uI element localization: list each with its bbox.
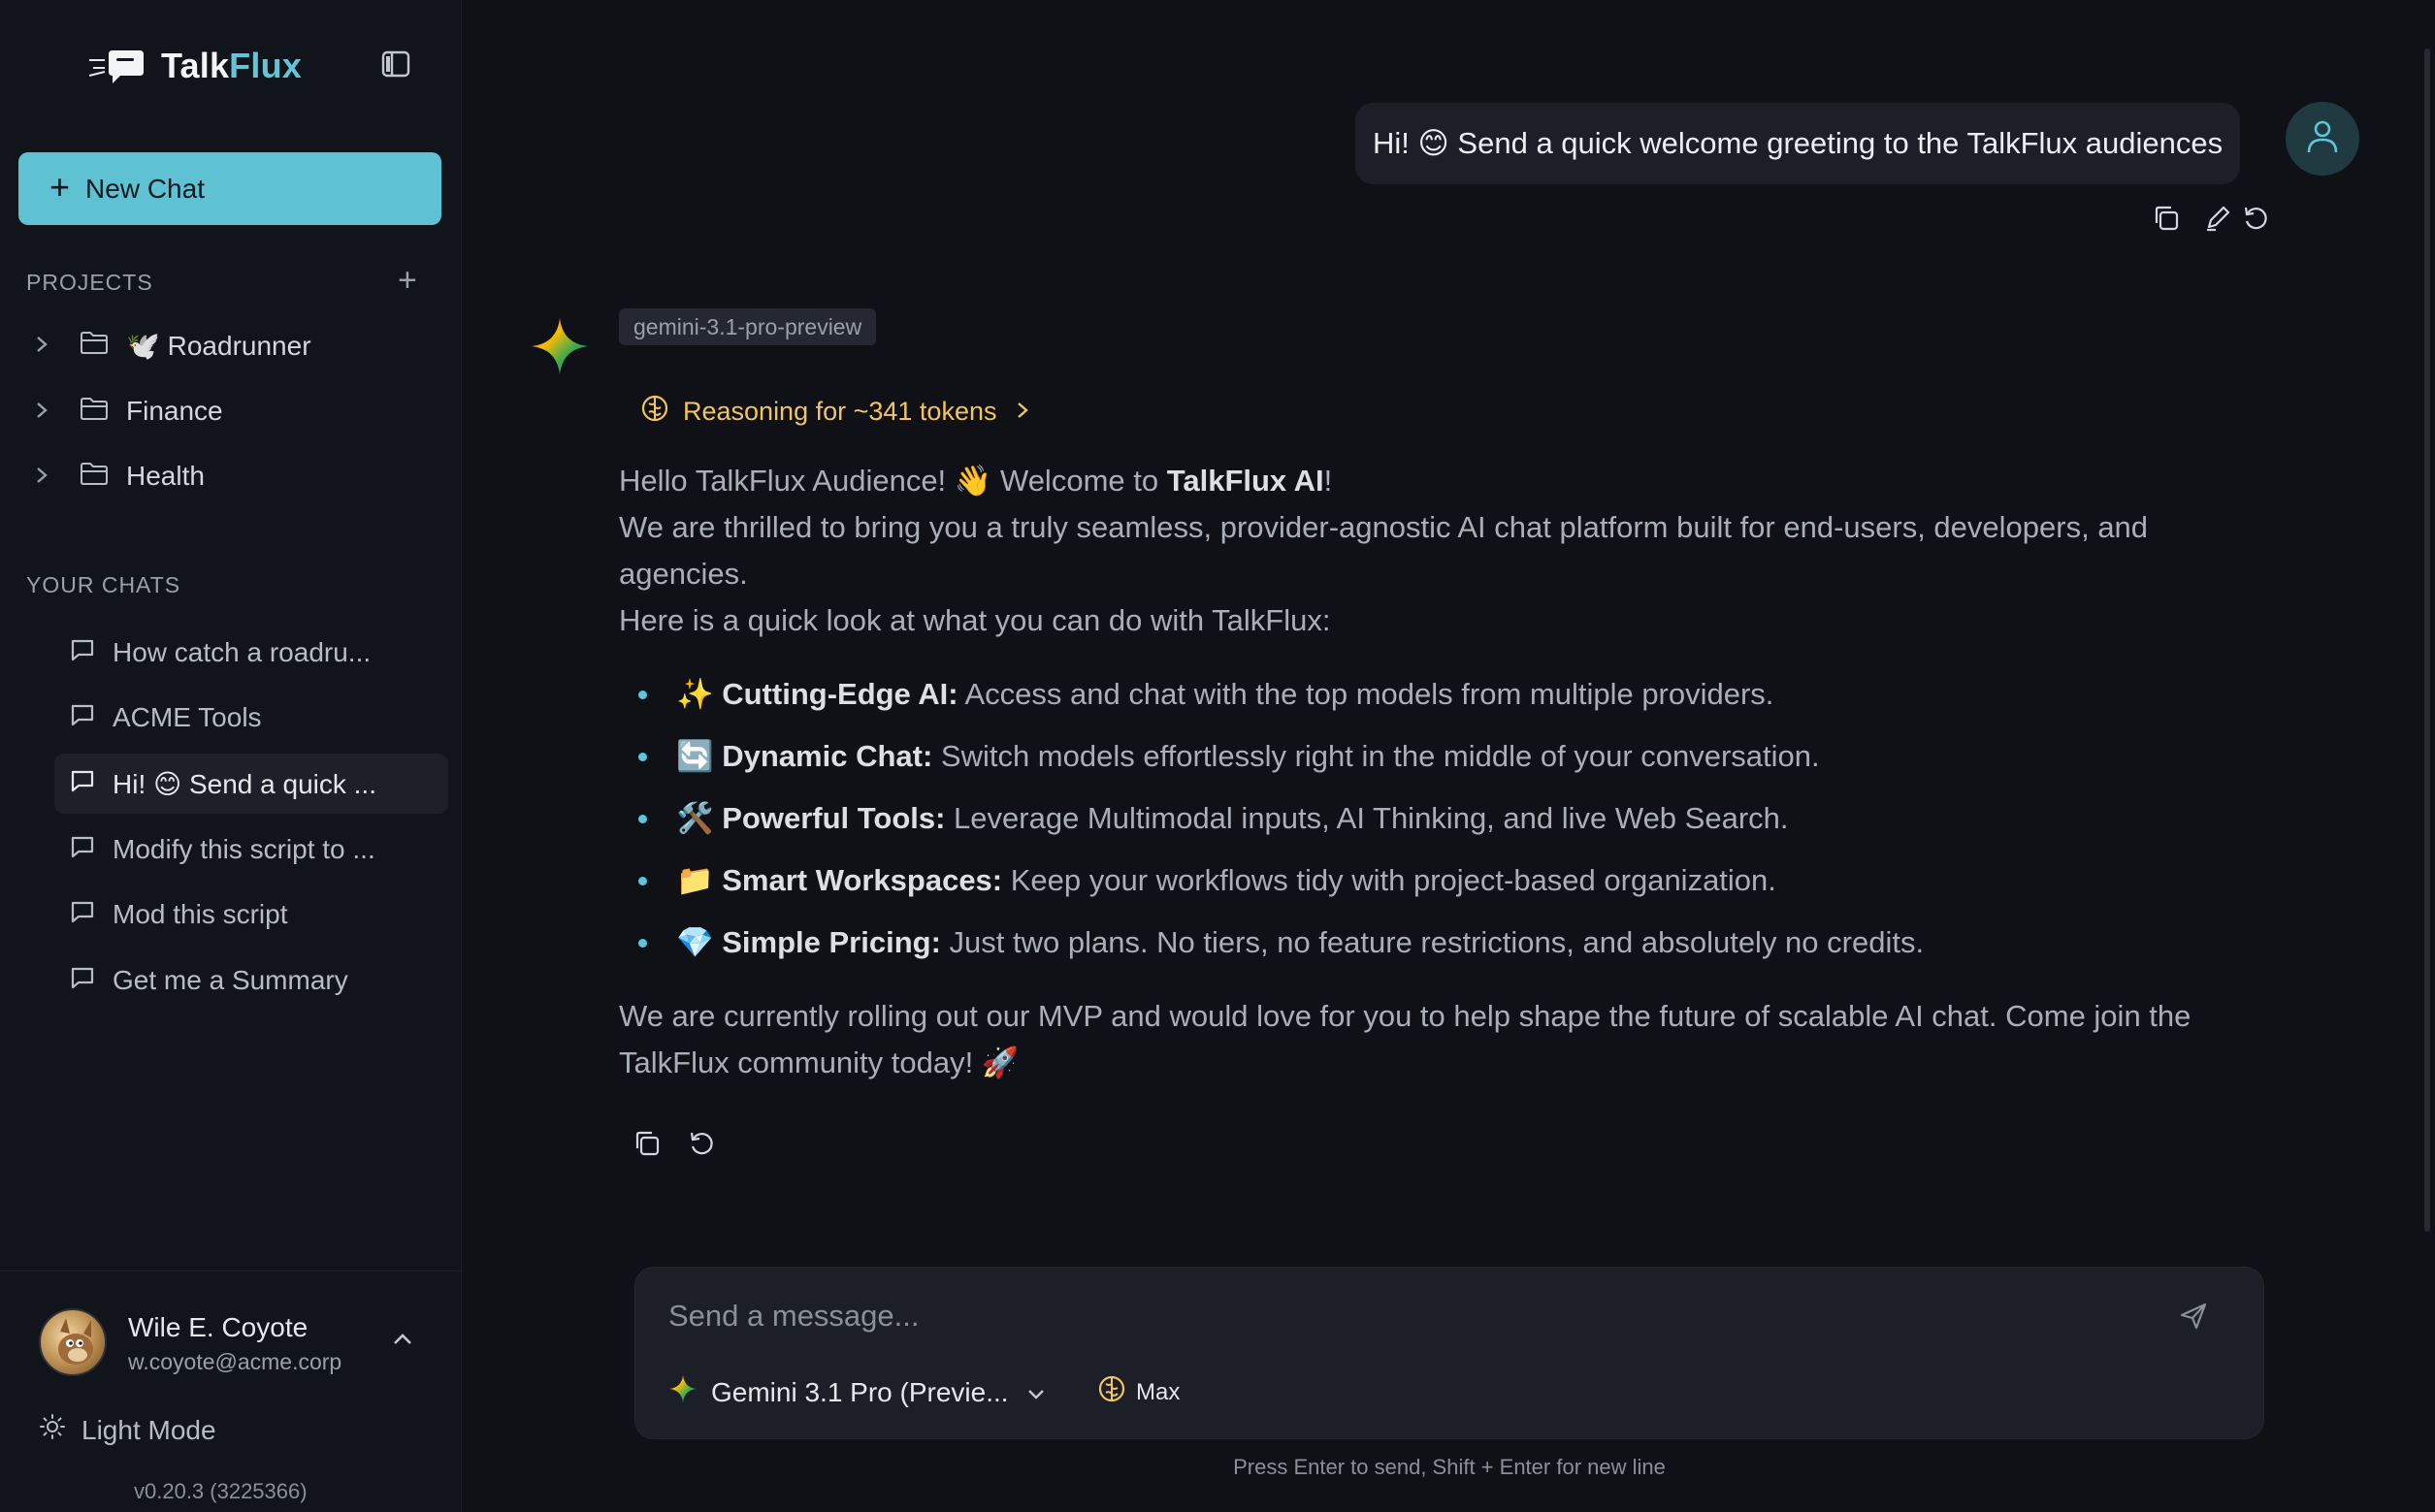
sidebar-toggle-icon[interactable] bbox=[380, 48, 411, 80]
light-mode-label: Light Mode bbox=[81, 1414, 216, 1445]
chevron-up-icon[interactable] bbox=[392, 1332, 413, 1352]
model-selector-label: Gemini 3.1 Pro (Previe... bbox=[711, 1376, 1009, 1407]
model-selector[interactable]: Gemini 3.1 Pro (Previe... bbox=[668, 1374, 1046, 1410]
user-email: w.coyote@acme.corp bbox=[128, 1349, 342, 1374]
chat-item-label: How catch a roadru... bbox=[113, 637, 372, 667]
list-item: 📁 Smart Workspaces: Keep your workflows … bbox=[619, 850, 2268, 912]
message-square-icon bbox=[70, 965, 95, 997]
brain-icon bbox=[1097, 1374, 1126, 1410]
plus-icon: + bbox=[49, 166, 71, 207]
copy-icon[interactable] bbox=[2152, 204, 2181, 238]
list-item: 🔄 Dynamic Chat: Switch models effortless… bbox=[619, 725, 2268, 788]
add-project-icon[interactable]: + bbox=[398, 264, 417, 297]
chat-item-active[interactable]: Hi! 😊 Send a quick ... bbox=[54, 754, 448, 814]
light-mode-toggle[interactable]: Light Mode bbox=[39, 1413, 216, 1447]
message-input[interactable] bbox=[668, 1287, 2124, 1345]
list-item: ✨ Cutting-Edge AI: Access and chat with … bbox=[619, 663, 2268, 725]
user-message-bubble: Hi! 😊 Send a quick welcome greeting to t… bbox=[1355, 103, 2241, 184]
chevron-right-icon[interactable] bbox=[35, 330, 54, 361]
gemini-sparkle-icon bbox=[668, 1374, 698, 1410]
message-square-icon bbox=[70, 637, 95, 669]
chat-item-label: Get me a Summary bbox=[113, 965, 348, 995]
intro-paragraph: We are thrilled to bring you a truly sea… bbox=[619, 510, 2149, 591]
message-square-icon bbox=[70, 834, 95, 866]
chat-item[interactable]: ACME Tools bbox=[54, 688, 448, 748]
reasoning-toggle[interactable]: Reasoning for ~341 tokens bbox=[640, 394, 1029, 430]
gemini-sparkle-icon bbox=[530, 316, 590, 381]
chat-item-label: ACME Tools bbox=[113, 702, 262, 732]
chat-item-label: Modify this script to ... bbox=[113, 834, 375, 864]
message-square-icon bbox=[70, 899, 95, 931]
chat-item[interactable]: Modify this script to ... bbox=[54, 820, 448, 880]
project-label: Finance bbox=[126, 396, 223, 426]
model-tag: gemini-3.1-pro-preview bbox=[619, 308, 877, 345]
chat-item[interactable]: Mod this script bbox=[54, 885, 448, 945]
folder-icon bbox=[80, 396, 109, 428]
send-icon[interactable] bbox=[2178, 1301, 2209, 1336]
new-chat-button[interactable]: + New Chat bbox=[18, 152, 441, 225]
user-panel: Wile E. Coyote w.coyote@acme.corp Light … bbox=[0, 1271, 462, 1512]
list-item: 💎 Simple Pricing: Just two plans. No tie… bbox=[619, 912, 2268, 974]
chevron-right-icon bbox=[1016, 397, 1029, 427]
brand[interactable]: TalkFlux bbox=[87, 43, 302, 89]
version-label: v0.20.3 (3225366) bbox=[134, 1479, 308, 1503]
chat-item-label: Hi! 😊 Send a quick ... bbox=[113, 768, 376, 799]
feature-list: ✨ Cutting-Edge AI: Access and chat with … bbox=[619, 663, 2268, 974]
folder-icon bbox=[80, 461, 109, 493]
closing-paragraph: We are currently rolling out our MVP and… bbox=[619, 999, 2192, 1079]
sidebar: TalkFlux + New Chat PROJECTS + 🕊️ Roadru… bbox=[0, 0, 462, 1512]
sun-icon bbox=[39, 1413, 66, 1447]
message-composer: Gemini 3.1 Pro (Previe... Max bbox=[634, 1267, 2264, 1439]
folder-icon bbox=[80, 330, 109, 362]
your-chats-heading: YOUR CHATS bbox=[26, 572, 181, 597]
chevron-right-icon[interactable] bbox=[35, 461, 54, 492]
projects-heading: PROJECTS bbox=[26, 270, 153, 295]
copy-icon[interactable] bbox=[633, 1129, 662, 1163]
reasoning-label: Reasoning for ~341 tokens bbox=[683, 397, 997, 426]
brain-icon bbox=[640, 394, 669, 430]
chat-item-label: Mod this script bbox=[113, 899, 288, 929]
greeting-line: Hello TalkFlux Audience! 👋 Welcome to Ta… bbox=[619, 464, 1333, 498]
chat-item[interactable]: How catch a roadru... bbox=[54, 623, 448, 683]
user-message-text: Hi! 😊 Send a quick welcome greeting to t… bbox=[1373, 126, 2224, 160]
assistant-message-actions bbox=[633, 1129, 716, 1163]
reasoning-effort-toggle[interactable]: Max bbox=[1097, 1374, 1180, 1410]
chat-item[interactable]: Get me a Summary bbox=[54, 950, 448, 1011]
lead-line: Here is a quick look at what you can do … bbox=[619, 603, 1331, 637]
list-item: 🛠️ Powerful Tools: Leverage Multimodal i… bbox=[619, 788, 2268, 850]
edit-pencil-icon[interactable] bbox=[2204, 204, 2231, 238]
chevron-right-icon[interactable] bbox=[35, 396, 54, 427]
brand-name: TalkFlux bbox=[161, 46, 302, 85]
chevron-down-icon bbox=[1026, 1377, 1046, 1408]
user-message-actions bbox=[2152, 204, 2270, 238]
message-square-icon bbox=[70, 702, 95, 734]
assistant-message: Hello TalkFlux Audience! 👋 Welcome to Ta… bbox=[619, 458, 2268, 1086]
user-icon bbox=[2306, 118, 2339, 160]
reasoning-effort-label: Max bbox=[1136, 1378, 1181, 1405]
avatar[interactable] bbox=[39, 1308, 107, 1376]
project-label: 🕊️ Roadrunner bbox=[126, 330, 311, 361]
regenerate-icon[interactable] bbox=[687, 1129, 716, 1163]
project-item-finance[interactable]: Finance bbox=[35, 387, 223, 435]
project-label: Health bbox=[126, 461, 205, 491]
message-square-icon bbox=[70, 768, 95, 800]
user-avatar[interactable] bbox=[2286, 102, 2359, 176]
scrollbar[interactable] bbox=[2424, 48, 2430, 1232]
project-item-roadrunner[interactable]: 🕊️ Roadrunner bbox=[35, 321, 311, 370]
chat-bubble-logo-icon bbox=[87, 43, 147, 89]
regenerate-icon[interactable] bbox=[2241, 204, 2270, 238]
project-item-health[interactable]: Health bbox=[35, 452, 205, 500]
composer-hint: Press Enter to send, Shift + Enter for n… bbox=[1233, 1455, 1666, 1479]
chat-main: Hi! 😊 Send a quick welcome greeting to t… bbox=[462, 0, 2435, 1512]
user-name: Wile E. Coyote bbox=[128, 1312, 308, 1342]
new-chat-label: New Chat bbox=[85, 173, 205, 204]
